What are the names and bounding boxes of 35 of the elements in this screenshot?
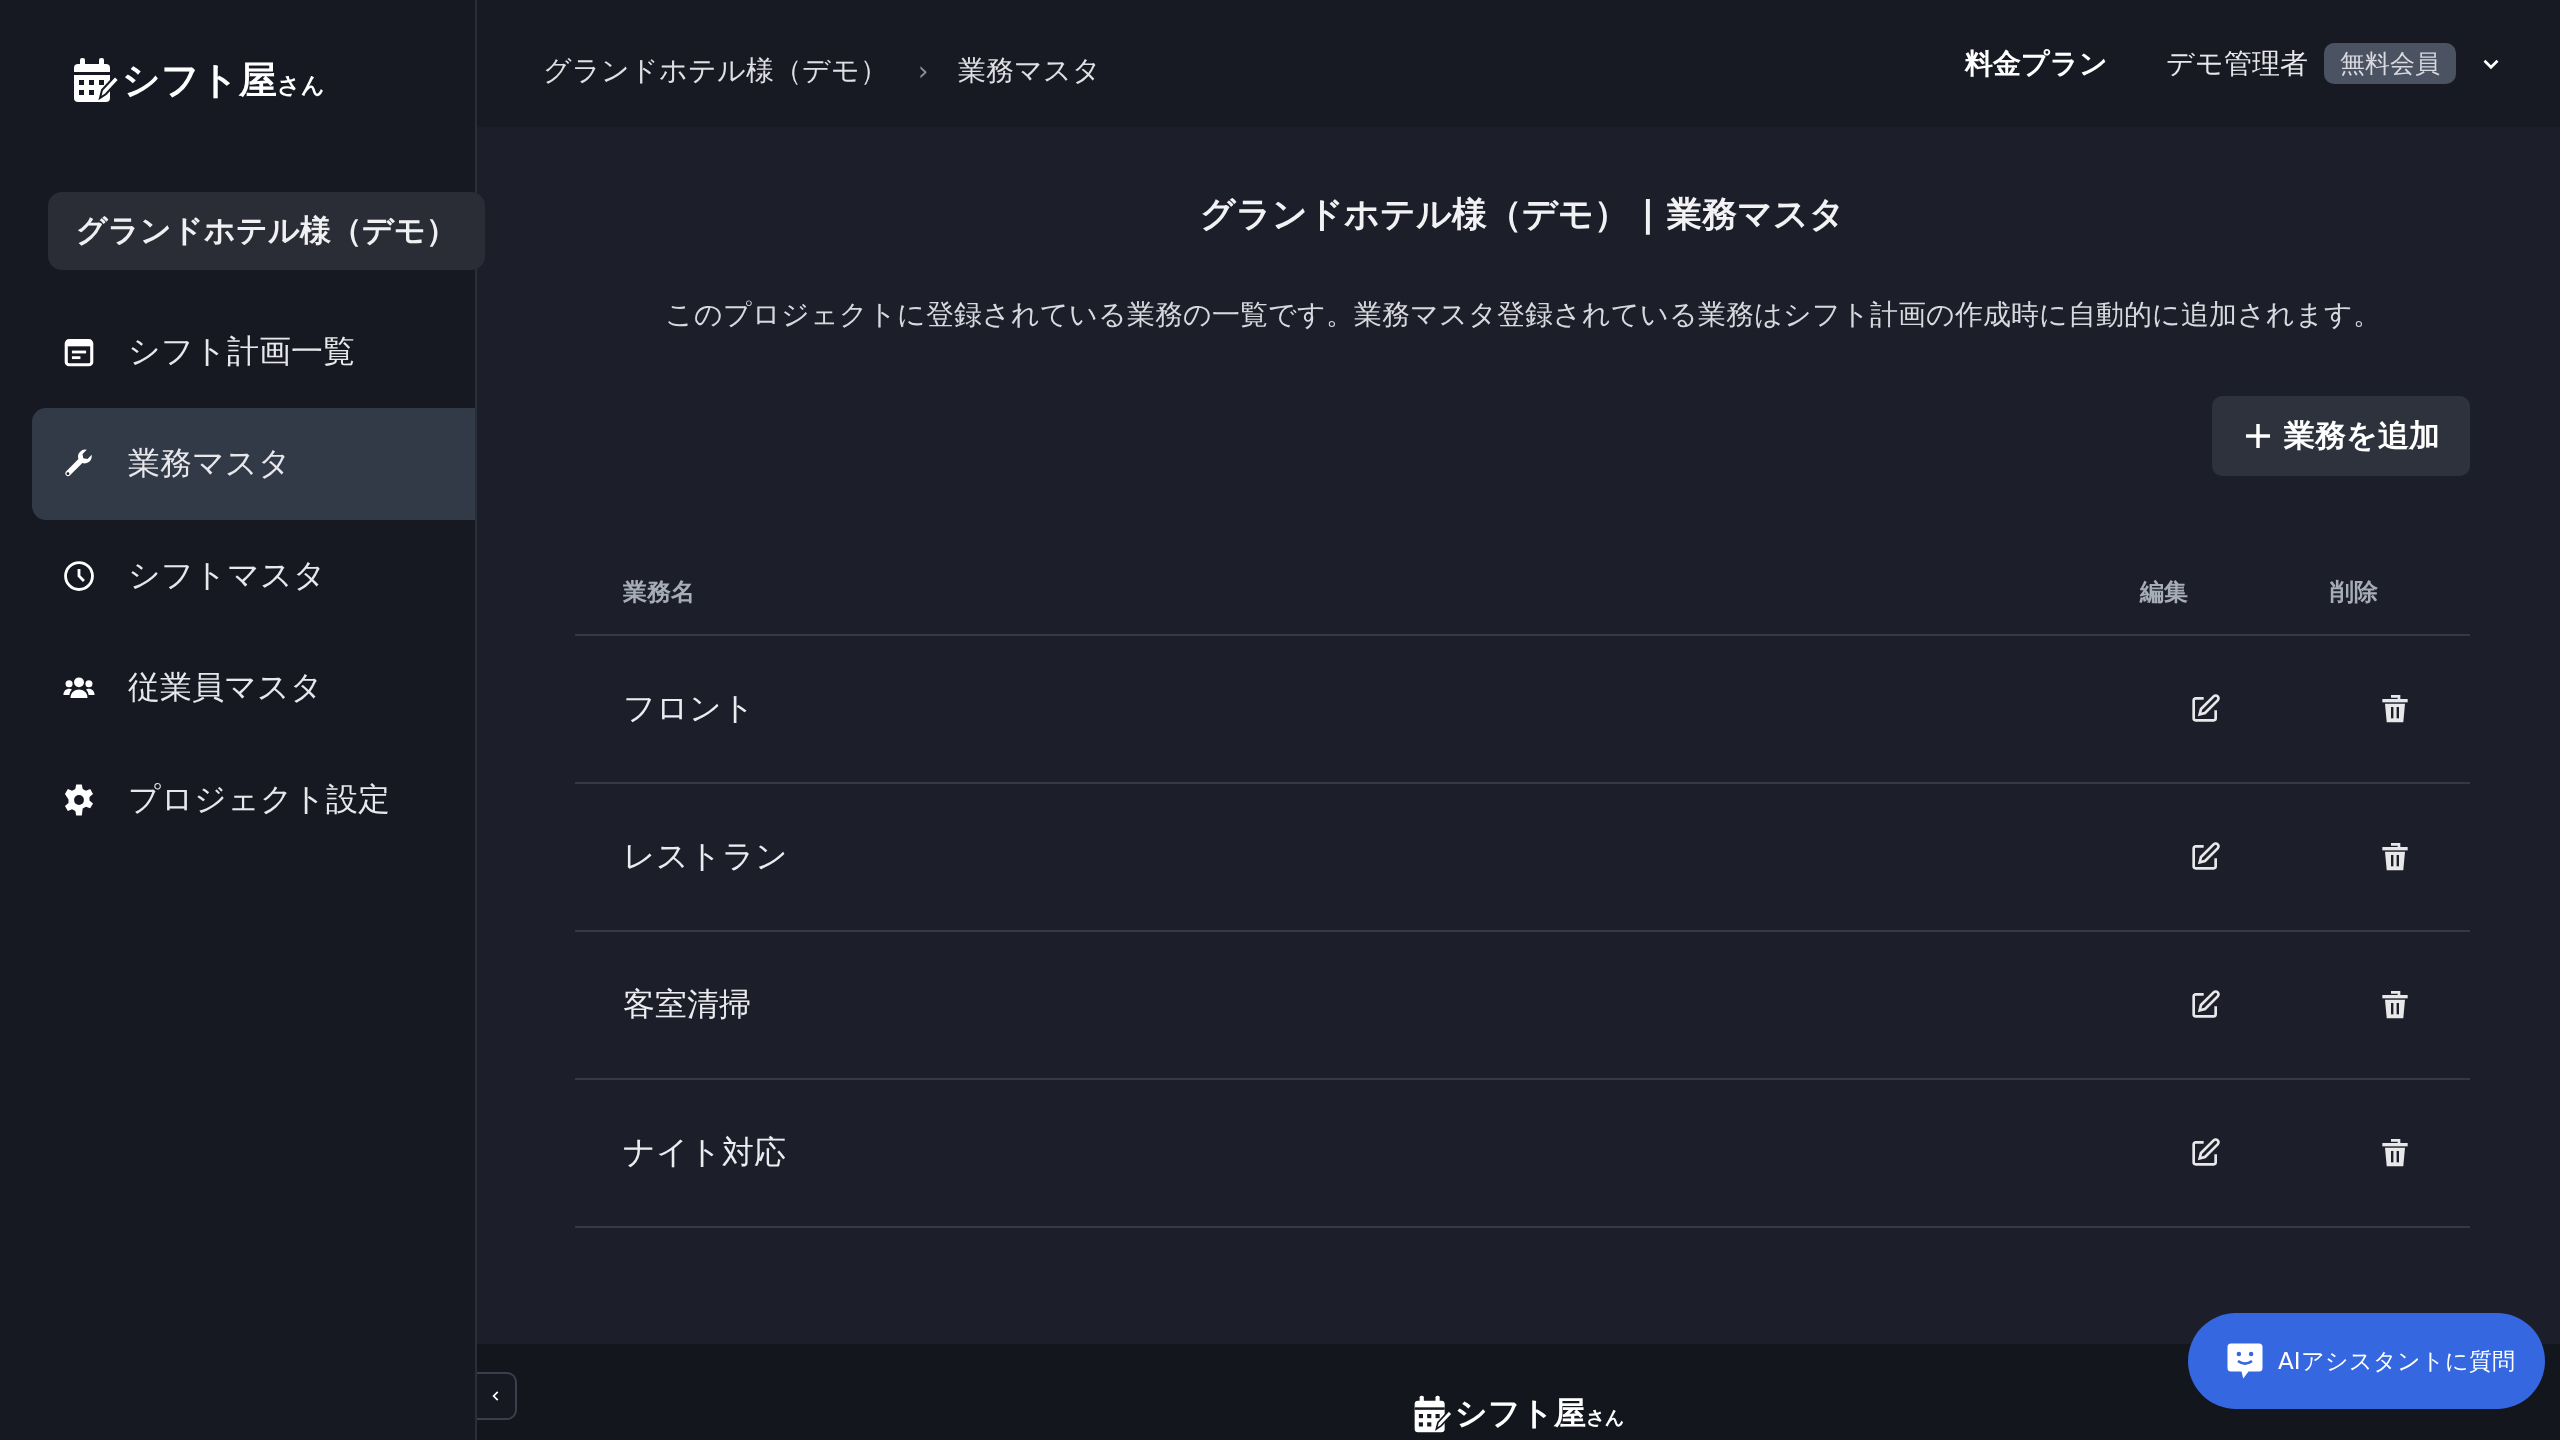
table-cell-text: フロント [622, 688, 756, 729]
calendar-pencil-icon [1413, 1394, 1453, 1434]
clock-icon [62, 559, 96, 593]
trash-icon[interactable] [2379, 989, 2411, 1021]
breadcrumb-link[interactable]: 業務マスタ [958, 51, 1102, 90]
table-cell-text: 客室清掃 [622, 984, 752, 1025]
settings-icon [62, 783, 96, 817]
table-cell-text: レストラン [622, 836, 789, 877]
page-description: このプロジェクトに登録されている業務の一覧です。業務マスタ登録されている業務はシフト計画の作成時に自動的に追加されます。 [663, 297, 2382, 333]
edit-icon[interactable] [2189, 841, 2221, 873]
sidebar-item[interactable]: 従業員マスタ [32, 632, 475, 744]
column-header: 業務名 [622, 577, 696, 608]
trash-icon[interactable] [2379, 841, 2411, 873]
page-title: グランドホテル様（デモ） | 業務マスタ [1199, 193, 1846, 237]
edit-icon[interactable] [2189, 1137, 2221, 1169]
edit-icon[interactable] [2189, 989, 2221, 1021]
add-task-button[interactable]: 業務を追加 [2212, 396, 2470, 476]
edit-icon[interactable] [2189, 693, 2221, 725]
ai-assistant-button[interactable]: AIアシスタントに質問 [2188, 1313, 2545, 1409]
breadcrumb-link[interactable]: グランドホテル様（デモ） [543, 51, 888, 90]
column-header: 削除 [2329, 577, 2379, 608]
sidebar-item[interactable]: 業務マスタ [32, 408, 475, 520]
sidebar-item[interactable]: シフト計画一覧 [32, 296, 475, 408]
trash-icon[interactable] [2379, 1137, 2411, 1169]
sidebar-item[interactable]: プロジェクト設定 [32, 744, 475, 856]
project-name[interactable]: グランドホテル様（デモ） [48, 192, 485, 270]
user-name[interactable]: デモ管理者 [2166, 44, 2308, 83]
calendar-pencil-icon [72, 56, 120, 104]
pricing-plan-link[interactable]: 料金プラン [1965, 44, 2108, 83]
membership-badge: 無料会員 [2324, 43, 2456, 84]
breadcrumb-separator: › [918, 55, 929, 86]
table-cell-text: ナイト対応 [622, 1132, 787, 1173]
sidebar-item[interactable]: シフトマスタ [32, 520, 475, 632]
column-header: 編集 [2138, 577, 2189, 608]
trash-icon[interactable] [2379, 693, 2411, 725]
